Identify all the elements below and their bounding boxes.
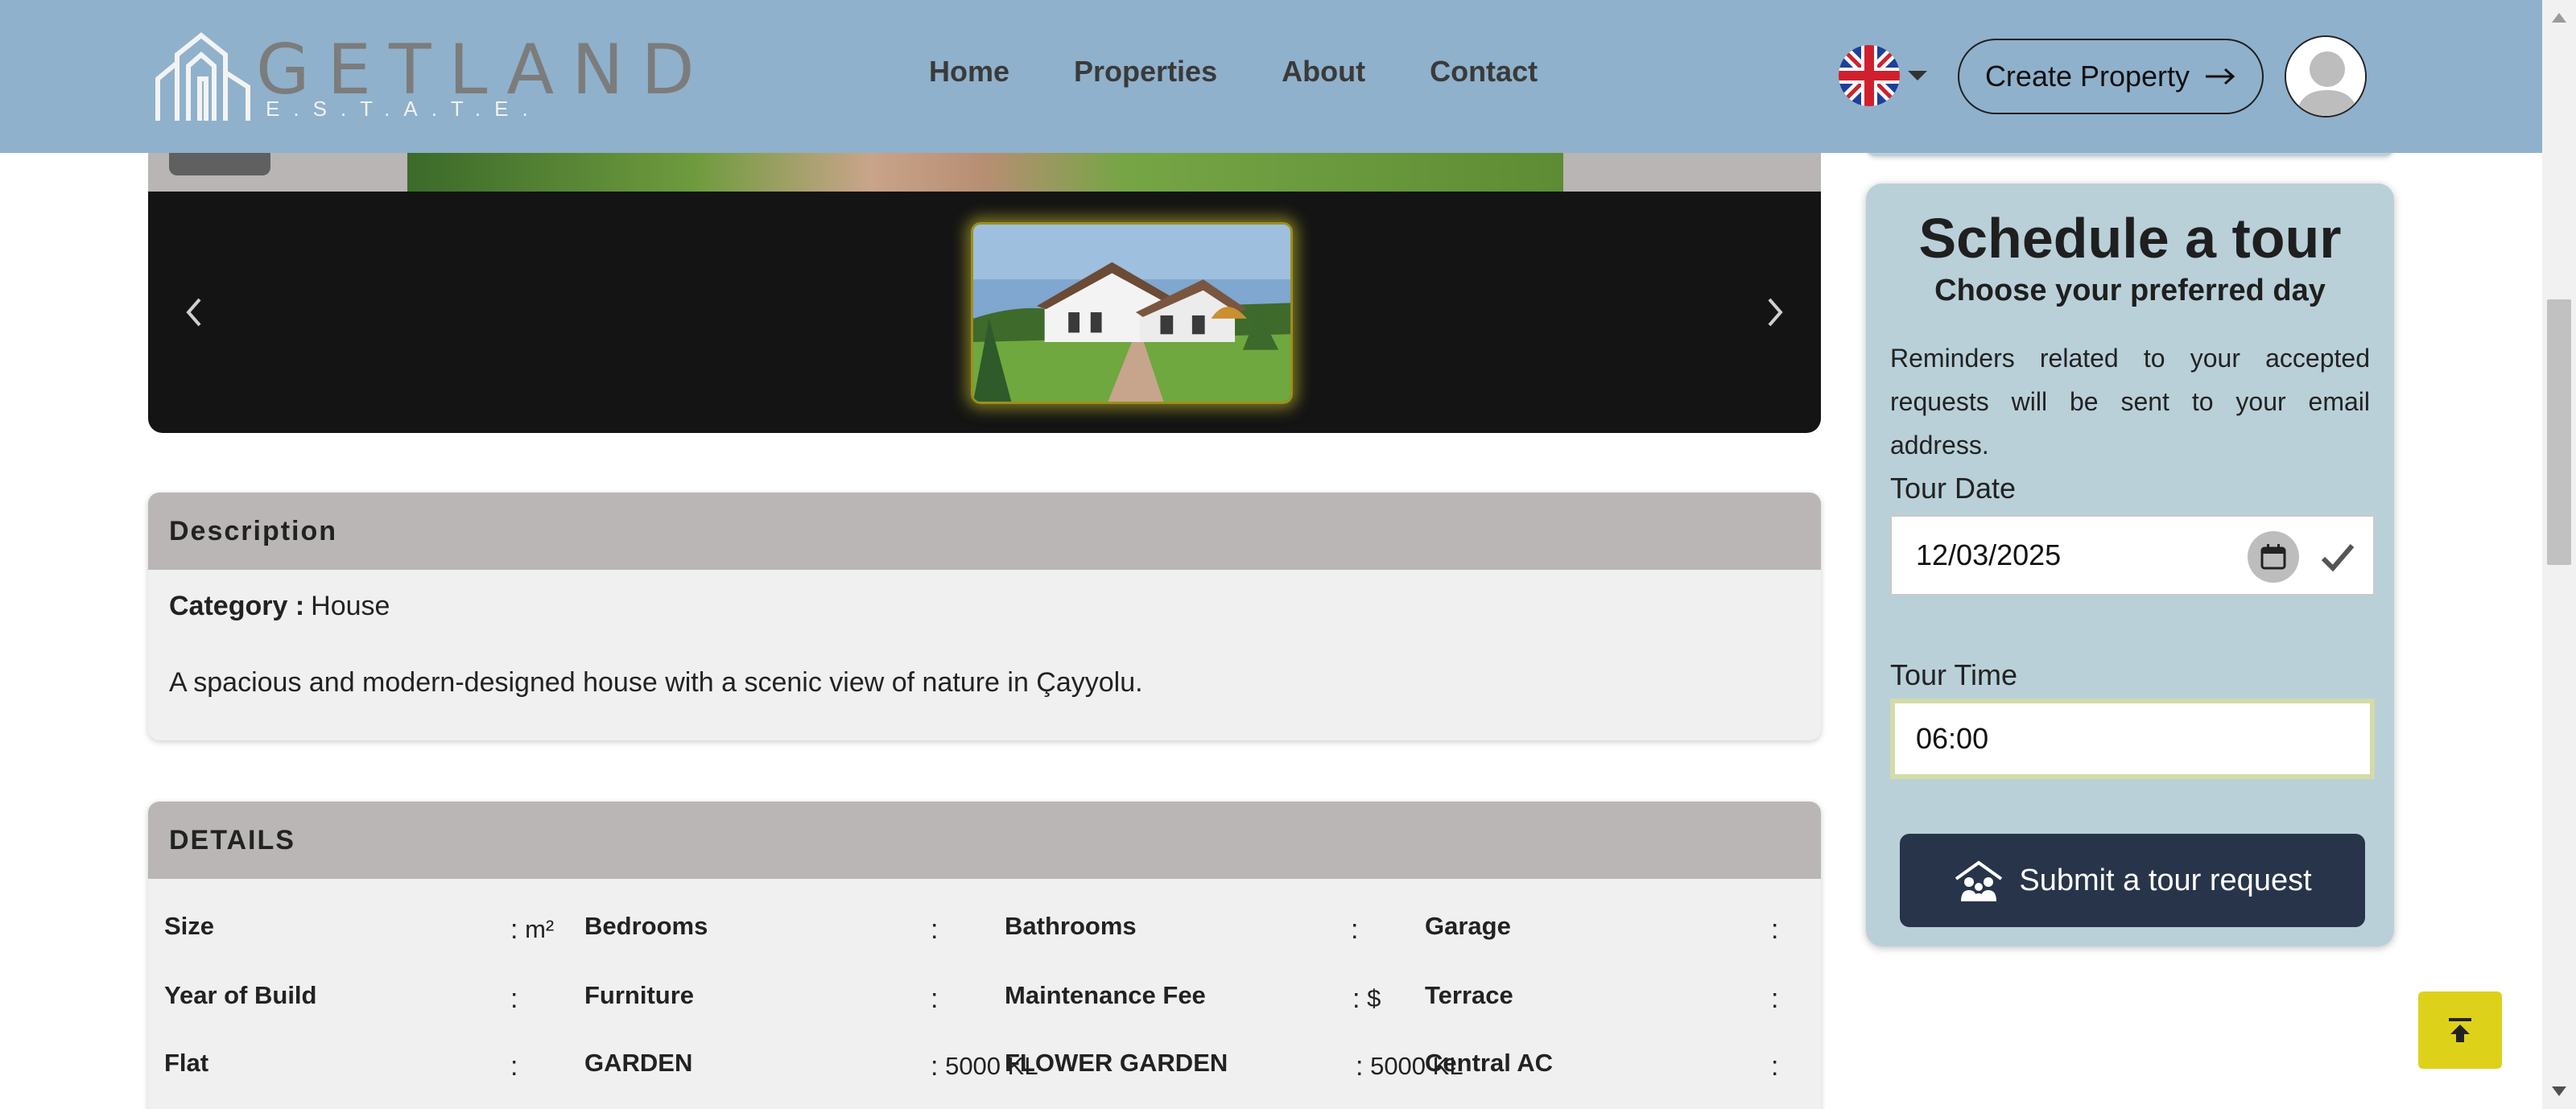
- detail-terrace-label: Terrace: [1425, 981, 1513, 1009]
- family-home-icon: [1955, 860, 2003, 901]
- tour-subtitle: Choose your preferred day: [1934, 274, 2326, 307]
- tour-title: Schedule a tour: [1918, 207, 2342, 270]
- tour-date-input[interactable]: 12/03/2025: [1890, 515, 2375, 596]
- description-heading: Description: [148, 493, 1821, 570]
- thumbnail-carousel: [148, 192, 1821, 433]
- detail-garage-value: :: [1771, 913, 1779, 945]
- detail-garden-label: GARDEN: [584, 1049, 693, 1077]
- detail-year-label: Year of Build: [164, 981, 317, 1009]
- nav-about[interactable]: About: [1282, 55, 1365, 89]
- detail-bedrooms-label: Bedrooms: [584, 912, 708, 940]
- detail-furniture-value: :: [931, 983, 939, 1014]
- tour-time-label: Tour Time: [1890, 658, 2018, 691]
- main-nav: Home Properties About Contact: [929, 55, 1538, 89]
- user-avatar-icon: [2286, 37, 2365, 116]
- page-scrollbar[interactable]: [2542, 0, 2576, 1109]
- scroll-down-arrow-icon[interactable]: [2552, 1086, 2566, 1096]
- calendar-button[interactable]: [2248, 531, 2299, 583]
- detail-size-value: : m²: [510, 913, 555, 945]
- description-text: A spacious and modern-designed house wit…: [169, 667, 1143, 698]
- uk-flag-icon: [1839, 45, 1900, 106]
- schedule-tour-card: Schedule a tour Choose your preferred da…: [1866, 183, 2394, 946]
- category-label: Category :: [169, 591, 305, 621]
- detail-terrace-value: :: [1771, 983, 1779, 1014]
- details-grid: Size : m² Bedrooms : Bathrooms : Garage …: [148, 879, 1821, 1109]
- scroll-to-top-button[interactable]: [2418, 992, 2502, 1069]
- scroll-up-arrow-icon[interactable]: [2552, 13, 2566, 23]
- getland-logo[interactable]: GETLAND E.S.T.A.T.E.: [153, 31, 695, 127]
- tour-time-value: 06:00: [1916, 722, 1989, 755]
- top-navbar: GETLAND E.S.T.A.T.E. Home Properties Abo…: [0, 0, 2542, 153]
- description-body: Category : House A spacious and modern-d…: [148, 570, 1821, 719]
- tour-time-input[interactable]: 06:00: [1890, 699, 2375, 779]
- nav-home[interactable]: Home: [929, 55, 1009, 89]
- details-heading: DETAILS: [148, 802, 1821, 879]
- language-selector[interactable]: [1839, 45, 1927, 106]
- detail-year-value: :: [510, 983, 518, 1014]
- logo-subtitle: E.S.T.A.T.E.: [266, 97, 542, 121]
- arrow-right-icon: [2206, 68, 2235, 85]
- detail-bedrooms-value: :: [931, 913, 939, 945]
- create-property-button[interactable]: Create Property: [1958, 39, 2264, 114]
- detail-central-ac-label: Central AC: [1425, 1049, 1554, 1077]
- detail-bathrooms-label: Bathrooms: [1005, 912, 1137, 940]
- chevron-left-icon[interactable]: [179, 295, 211, 330]
- detail-furniture-label: Furniture: [584, 981, 695, 1009]
- category-value: House: [311, 591, 390, 621]
- detail-size-label: Size: [164, 912, 215, 940]
- arrow-up-to-line-icon: [2449, 1018, 2471, 1042]
- nav-properties[interactable]: Properties: [1074, 55, 1217, 89]
- category-row: Category : House: [169, 591, 1800, 622]
- submit-tour-label: Submit a tour request: [2019, 863, 2312, 897]
- chevron-right-icon[interactable]: [1758, 295, 1790, 330]
- detail-maintenance-label: Maintenance Fee: [1005, 981, 1206, 1009]
- calendar-icon: [2260, 544, 2286, 570]
- house-photo: [973, 225, 1290, 402]
- submit-tour-request-button[interactable]: Submit a tour request: [1900, 834, 2365, 927]
- user-avatar[interactable]: [2285, 35, 2367, 117]
- check-icon[interactable]: [2318, 538, 2357, 576]
- main-property-image: [148, 153, 1821, 192]
- detail-maintenance-value: : $: [1352, 983, 1381, 1014]
- scrollbar-thumb[interactable]: [2547, 299, 2571, 565]
- detail-flat-label: Flat: [164, 1049, 209, 1077]
- tour-note: Reminders related to your accepted reque…: [1890, 344, 2370, 460]
- detail-garage-label: Garage: [1425, 912, 1511, 940]
- detail-flower-garden-label: FLOWER GARDEN: [1005, 1049, 1228, 1077]
- detail-bathrooms-value: :: [1351, 913, 1359, 945]
- chevron-down-icon: [1908, 71, 1927, 80]
- nav-contact[interactable]: Contact: [1430, 55, 1538, 89]
- description-card: Description Category : House A spacious …: [148, 493, 1821, 740]
- image-badge: [169, 153, 270, 175]
- tour-date-label: Tour Date: [1890, 472, 2017, 505]
- thumbnail-image[interactable]: [971, 222, 1293, 404]
- detail-central-ac-value: :: [1771, 1050, 1779, 1082]
- details-card: DETAILS Size : m² Bedrooms : Bathrooms :…: [148, 802, 1821, 1109]
- tour-date-value: 12/03/2025: [1916, 538, 2062, 571]
- building-logo-icon: [155, 32, 250, 121]
- detail-flat-value: :: [510, 1050, 518, 1082]
- create-property-label: Create Property: [1984, 60, 2190, 93]
- logo-wordmark: GETLAND: [256, 30, 712, 110]
- hero-photo: [407, 153, 1563, 192]
